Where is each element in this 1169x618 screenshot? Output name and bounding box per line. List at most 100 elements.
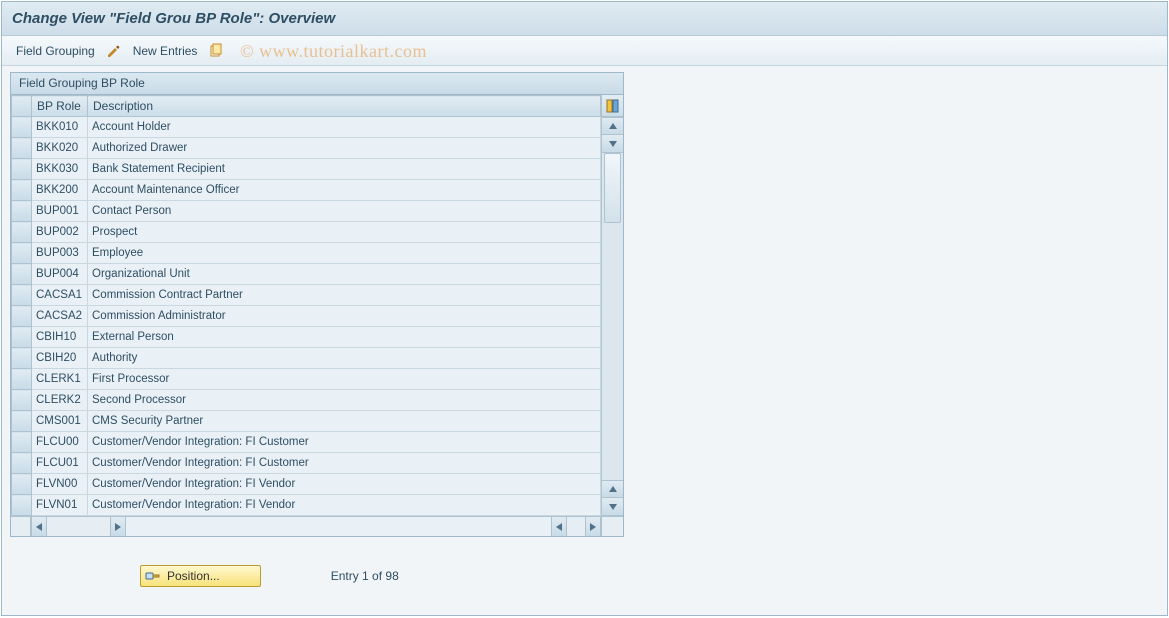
row-selector[interactable] — [12, 411, 32, 432]
cell-bp-role[interactable]: FLVN00 — [32, 474, 88, 495]
new-entries-button[interactable]: New Entries — [129, 42, 202, 60]
cell-bp-role[interactable]: FLCU00 — [32, 432, 88, 453]
table-row[interactable]: CBIH10External Person — [12, 327, 601, 348]
cell-bp-role[interactable]: BKK030 — [32, 159, 88, 180]
cell-description[interactable]: First Processor — [88, 369, 601, 390]
hscroll-left2-icon[interactable] — [551, 517, 567, 536]
table-row[interactable]: BKK020Authorized Drawer — [12, 138, 601, 159]
table-row[interactable]: BUP002Prospect — [12, 222, 601, 243]
scroll-up-bottom-icon[interactable] — [602, 480, 623, 498]
row-selector[interactable] — [12, 264, 32, 285]
cell-description[interactable]: Customer/Vendor Integration: FI Vendor — [88, 495, 601, 516]
row-selector[interactable] — [12, 474, 32, 495]
cell-bp-role[interactable]: CMS001 — [32, 411, 88, 432]
table-row[interactable]: CLERK2Second Processor — [12, 390, 601, 411]
cell-bp-role[interactable]: CACSA2 — [32, 306, 88, 327]
cell-description[interactable]: Customer/Vendor Integration: FI Vendor — [88, 474, 601, 495]
row-selector[interactable] — [12, 201, 32, 222]
table-row[interactable]: CACSA2Commission Administrator — [12, 306, 601, 327]
horizontal-scrollbar[interactable] — [11, 516, 623, 536]
key-icon — [145, 569, 161, 583]
hscroll-right-icon[interactable] — [110, 517, 126, 536]
cell-bp-role[interactable]: BUP002 — [32, 222, 88, 243]
cell-bp-role[interactable]: BKK020 — [32, 138, 88, 159]
scroll-thumb[interactable] — [604, 153, 621, 223]
hscroll-left-icon[interactable] — [31, 517, 47, 536]
cell-bp-role[interactable]: FLCU01 — [32, 453, 88, 474]
row-selector[interactable] — [12, 117, 32, 138]
scroll-track[interactable] — [602, 153, 623, 480]
cell-description[interactable]: Account Maintenance Officer — [88, 180, 601, 201]
table-settings-icon[interactable] — [602, 95, 623, 117]
table-row[interactable]: BUP004Organizational Unit — [12, 264, 601, 285]
cell-description[interactable]: External Person — [88, 327, 601, 348]
cell-description[interactable]: Customer/Vendor Integration: FI Customer — [88, 432, 601, 453]
table-row[interactable]: BKK010Account Holder — [12, 117, 601, 138]
cell-bp-role[interactable]: CBIH10 — [32, 327, 88, 348]
hscroll-right2-icon[interactable] — [585, 517, 601, 536]
col-header-description[interactable]: Description — [88, 96, 601, 117]
position-button[interactable]: Position... — [140, 565, 261, 587]
cell-description[interactable]: Second Processor — [88, 390, 601, 411]
row-selector[interactable] — [12, 285, 32, 306]
cell-description[interactable]: Commission Contract Partner — [88, 285, 601, 306]
row-selector[interactable] — [12, 369, 32, 390]
col-header-role[interactable]: BP Role — [32, 96, 88, 117]
table-row[interactable]: BKK200Account Maintenance Officer — [12, 180, 601, 201]
cell-bp-role[interactable]: BKK200 — [32, 180, 88, 201]
cell-description[interactable]: Organizational Unit — [88, 264, 601, 285]
application-toolbar: Field Grouping New Entries — [2, 36, 1167, 66]
cell-bp-role[interactable]: BUP004 — [32, 264, 88, 285]
table-row[interactable]: BKK030Bank Statement Recipient — [12, 159, 601, 180]
row-selector[interactable] — [12, 432, 32, 453]
table-row[interactable]: BUP001Contact Person — [12, 201, 601, 222]
row-selector[interactable] — [12, 159, 32, 180]
row-selector[interactable] — [12, 348, 32, 369]
cell-bp-role[interactable]: BUP001 — [32, 201, 88, 222]
cell-description[interactable]: CMS Security Partner — [88, 411, 601, 432]
table-row[interactable]: FLVN00Customer/Vendor Integration: FI Ve… — [12, 474, 601, 495]
row-selector[interactable] — [12, 138, 32, 159]
pencil-icon[interactable] — [105, 42, 123, 60]
scroll-down-icon[interactable] — [602, 498, 623, 516]
cell-description[interactable]: Employee — [88, 243, 601, 264]
table-row[interactable]: CBIH20Authority — [12, 348, 601, 369]
cell-description[interactable]: Prospect — [88, 222, 601, 243]
cell-description[interactable]: Account Holder — [88, 117, 601, 138]
cell-description[interactable]: Commission Administrator — [88, 306, 601, 327]
row-selector[interactable] — [12, 180, 32, 201]
page-title: Change View "Field Grou BP Role": Overvi… — [12, 10, 1157, 27]
table-row[interactable]: CACSA1Commission Contract Partner — [12, 285, 601, 306]
cell-bp-role[interactable]: CLERK2 — [32, 390, 88, 411]
table-row[interactable]: FLCU00Customer/Vendor Integration: FI Cu… — [12, 432, 601, 453]
cell-bp-role[interactable]: CBIH20 — [32, 348, 88, 369]
row-selector[interactable] — [12, 495, 32, 516]
cell-description[interactable]: Contact Person — [88, 201, 601, 222]
table-row[interactable]: BUP003Employee — [12, 243, 601, 264]
row-selector[interactable] — [12, 453, 32, 474]
row-selector[interactable] — [12, 390, 32, 411]
cell-description[interactable]: Bank Statement Recipient — [88, 159, 601, 180]
table-row[interactable]: FLCU01Customer/Vendor Integration: FI Cu… — [12, 453, 601, 474]
table-row[interactable]: CMS001CMS Security Partner — [12, 411, 601, 432]
select-all-header[interactable] — [12, 96, 32, 117]
field-grouping-button[interactable]: Field Grouping — [12, 42, 99, 60]
cell-bp-role[interactable]: BKK010 — [32, 117, 88, 138]
copy-icon[interactable] — [207, 42, 225, 60]
table-row[interactable]: FLVN01Customer/Vendor Integration: FI Ve… — [12, 495, 601, 516]
cell-bp-role[interactable]: CACSA1 — [32, 285, 88, 306]
cell-description[interactable]: Authority — [88, 348, 601, 369]
scroll-up-icon[interactable] — [602, 117, 623, 135]
cell-bp-role[interactable]: FLVN01 — [32, 495, 88, 516]
cell-bp-role[interactable]: CLERK1 — [32, 369, 88, 390]
row-selector[interactable] — [12, 243, 32, 264]
vertical-scrollbar[interactable] — [601, 95, 623, 516]
cell-description[interactable]: Customer/Vendor Integration: FI Customer — [88, 453, 601, 474]
row-selector[interactable] — [12, 327, 32, 348]
row-selector[interactable] — [12, 306, 32, 327]
table-row[interactable]: CLERK1First Processor — [12, 369, 601, 390]
cell-bp-role[interactable]: BUP003 — [32, 243, 88, 264]
scroll-down-small-icon[interactable] — [602, 135, 623, 153]
cell-description[interactable]: Authorized Drawer — [88, 138, 601, 159]
row-selector[interactable] — [12, 222, 32, 243]
